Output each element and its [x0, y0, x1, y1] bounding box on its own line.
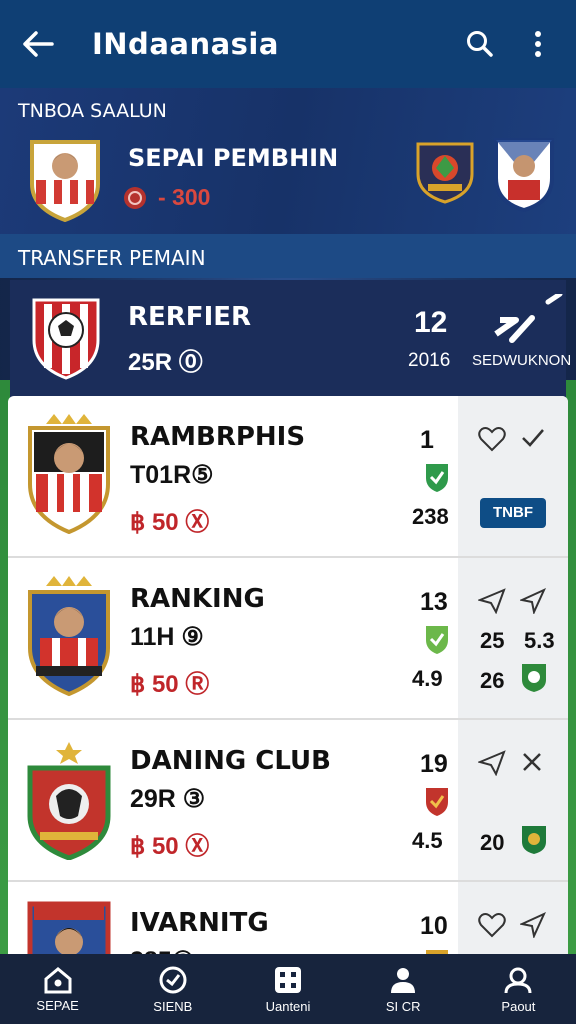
nav-label: SI CR [385, 998, 421, 1014]
club-crest-icon [26, 574, 112, 703]
club-crest-icon [26, 412, 112, 539]
nav-item-grid[interactable]: Uanteni [230, 954, 345, 1024]
row-name: IVARNITG [130, 908, 269, 938]
navigate-icon [518, 911, 547, 940]
navigate-icon [518, 587, 547, 616]
row-rank: 10 [420, 912, 448, 940]
search-button[interactable] [462, 26, 498, 62]
section-title: TRANSFER PEMAIN [0, 234, 576, 278]
send-icon [476, 588, 506, 615]
row-price: ฿ 50 Ⓧ [130, 833, 210, 860]
row-price: ฿ 50 Ⓧ [130, 509, 210, 536]
status-shield-icon [424, 624, 450, 661]
transfer-arrow-icon [494, 291, 563, 343]
player-badge-icon [492, 134, 556, 217]
player-crest [26, 136, 104, 227]
heart-icon [478, 427, 506, 452]
list-item[interactable]: RANKING 11H ⑨ ฿ 50 Ⓡ 13 4.9 25 5.3 26 [8, 558, 568, 720]
row-stat-3: 26 [480, 668, 505, 693]
status-shield-icon [424, 462, 450, 499]
mini-badge-icon [520, 824, 548, 861]
search-icon [467, 31, 493, 57]
bottom-navigation: SEPAE SIENB Uanteni SI CR Paout [0, 954, 576, 1024]
list-item[interactable]: DANING CLUB 29R ③ ฿ 50 Ⓧ 19 4.5 20 [8, 720, 568, 882]
row-rank: 13 [420, 588, 448, 616]
featured-name: RERFIER [128, 302, 252, 332]
close-icon [523, 753, 541, 771]
club-crest-icon [26, 736, 112, 865]
featured-club-crest [30, 294, 102, 385]
row-code: 29R ③ [130, 785, 206, 813]
send-icon [476, 750, 506, 777]
select-button[interactable] [520, 426, 546, 455]
app-title: INdaanasia [92, 27, 279, 61]
profile-icon [504, 967, 532, 993]
mini-badge-icon [520, 662, 548, 699]
row-stat: 4.9 [412, 666, 443, 691]
transfer-action-label: SEDWUKNON [472, 352, 572, 369]
row-stat-2: 5.3 [524, 628, 555, 653]
featured-number: 12 [414, 306, 448, 339]
row-actions-panel [458, 720, 568, 880]
row-code: 11H ⑨ [130, 623, 204, 651]
nav-item-home[interactable]: SEPAE [0, 954, 115, 1024]
season-points: - 300 [158, 184, 211, 210]
football-crest-icon [32, 298, 100, 380]
app-bar: INdaanasia [0, 0, 576, 88]
row-stat-1: 25 [480, 628, 505, 653]
list-item[interactable]: IVARNITG 385③ 10 [8, 882, 568, 956]
favorite-button[interactable] [478, 912, 506, 943]
row-stat-3: 20 [480, 830, 505, 855]
send-button[interactable] [476, 750, 506, 781]
nav-item-profile[interactable]: Paout [461, 954, 576, 1024]
arrow-left-icon [23, 31, 54, 57]
player-avatar-icon [30, 140, 100, 223]
row-name: RANKING [130, 584, 265, 614]
season-label: TNBOA SAALUN [18, 100, 167, 122]
nav-item-person[interactable]: SI CR [346, 954, 461, 1024]
more-vert-icon [535, 31, 541, 57]
favorite-button[interactable] [478, 426, 506, 457]
club-crest-icon [26, 898, 112, 956]
person-icon [391, 967, 416, 993]
row-rank: 1 [420, 426, 434, 454]
row-actions-panel [458, 396, 568, 556]
nav-label: SIENB [153, 998, 193, 1014]
coin-icon [122, 185, 148, 216]
home-icon [44, 966, 72, 993]
featured-year: 2016 [408, 350, 451, 371]
row-stat: 4.5 [412, 828, 443, 853]
transfer-action-button[interactable] [492, 291, 564, 355]
row-name: RAMBRPHIS [130, 422, 306, 452]
more-options-button[interactable] [520, 26, 556, 62]
remove-button[interactable] [520, 750, 544, 779]
nav-label: Uanteni [265, 998, 311, 1014]
transfer-list: RAMBRPHIS T01R⑤ ฿ 50 Ⓧ 1 238 TNBF RANKIN… [8, 396, 568, 956]
list-item[interactable]: RAMBRPHIS T01R⑤ ฿ 50 Ⓧ 1 238 TNBF [8, 396, 568, 558]
grid-icon [275, 966, 301, 993]
back-button[interactable] [20, 26, 56, 62]
heart-icon [478, 913, 506, 938]
club-badge-icon [414, 138, 476, 209]
row-tag-button[interactable]: TNBF [480, 498, 546, 528]
check-icon [522, 429, 544, 447]
nav-label: SEPAE [36, 997, 79, 1013]
season-player-name: SEPAI PEMBHIN [128, 144, 339, 172]
featured-sub: 25R ⓪ [128, 349, 203, 376]
status-shield-icon [424, 786, 450, 823]
navigate-button[interactable] [518, 587, 547, 619]
featured-transfer-card[interactable]: RERFIER 25R ⓪ 12 2016 SEDWUKNON [10, 280, 571, 398]
season-banner[interactable]: TNBOA SAALUN SEPAI PEMBHIN - 300 [0, 88, 576, 234]
row-price: ฿ 50 Ⓡ [130, 671, 210, 698]
check-circle-icon [159, 966, 187, 993]
row-rank: 19 [420, 750, 448, 778]
navigate-button[interactable] [518, 911, 547, 943]
send-button[interactable] [476, 588, 506, 619]
row-name: DANING CLUB [130, 746, 331, 776]
row-actions-panel [458, 882, 568, 956]
nav-label: Paout [501, 998, 536, 1014]
row-stat: 238 [412, 504, 449, 529]
nav-item-check[interactable]: SIENB [115, 954, 230, 1024]
row-code: T01R⑤ [130, 461, 214, 489]
